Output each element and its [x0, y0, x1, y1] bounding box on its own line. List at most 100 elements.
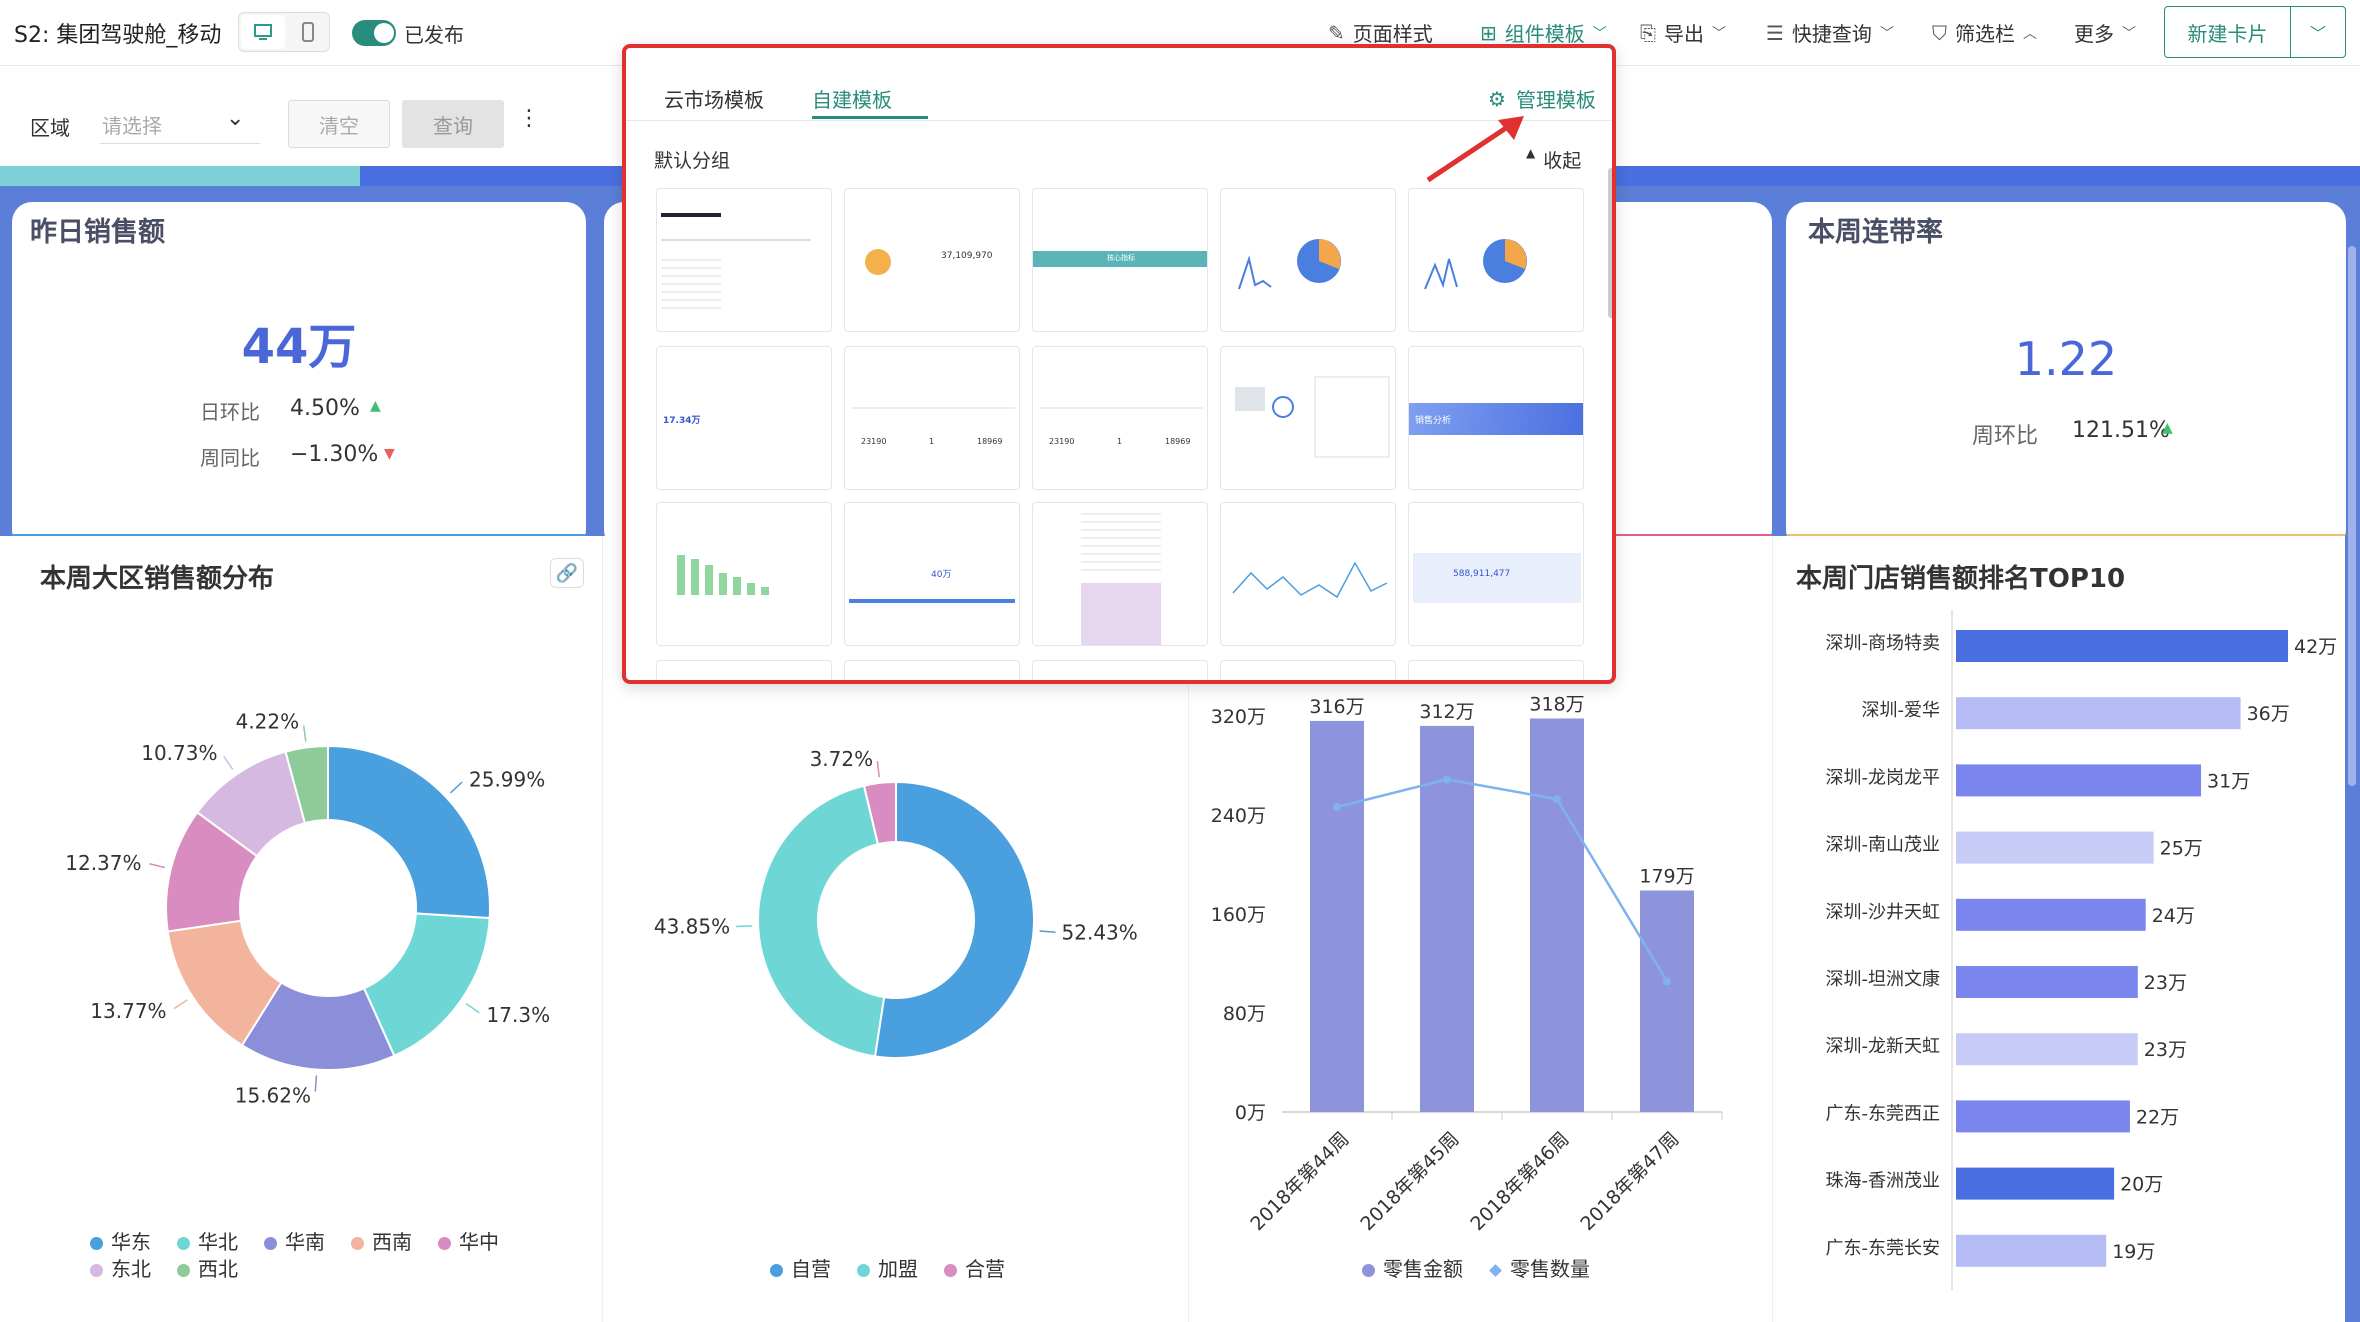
legend-item[interactable]: 零售数量 [1489, 1253, 1590, 1282]
line-point[interactable] [1333, 803, 1341, 812]
tab-cloud-market[interactable]: 云市场模板 [664, 84, 764, 113]
manage-template-button[interactable]: ⚙ 管理模板 [1488, 84, 1596, 113]
filter-bar-button[interactable]: ⛉ 筛选栏 ︿ [1932, 18, 2037, 47]
chart-legend: 华东 华北 华南 西南 华中 [90, 1226, 499, 1255]
bar[interactable] [1956, 1033, 2138, 1066]
legend-item[interactable]: 华北 [177, 1226, 238, 1255]
bar-data-label: 312万 [1419, 701, 1474, 723]
funnel-icon: ⛉ [1932, 20, 1947, 45]
collapse-button[interactable]: ▲ 收起 [1526, 146, 1581, 173]
legend-item[interactable]: 合营 [944, 1253, 1005, 1282]
query-button[interactable]: 查询 [402, 100, 504, 148]
donut2-leader-line [1039, 930, 1056, 933]
donut1-data-label: 4.22% [236, 710, 300, 734]
kpi-value: 1.22 [2014, 332, 2118, 386]
template-thumbnail[interactable] [1032, 502, 1208, 646]
legend-item[interactable]: 自营 [770, 1253, 831, 1282]
x-tick-label: 2018年第46周 [1466, 1128, 1573, 1235]
line-series[interactable] [1336, 778, 1669, 982]
more-options-icon[interactable]: ⋮ [518, 106, 540, 131]
bar-data-label: 24万 [2152, 905, 2195, 927]
mobile-icon[interactable] [287, 15, 329, 49]
kpi-metric-value: 121.51% [2072, 418, 2170, 443]
y-tick-label: 0万 [1235, 1102, 1266, 1124]
template-thumbnail[interactable] [656, 188, 832, 332]
bar[interactable] [1956, 898, 2146, 931]
template-thumbnail[interactable] [1408, 188, 1584, 332]
legend-marker [770, 1264, 783, 1277]
quick-query-button[interactable]: ☰ 快捷查询 ﹀ [1766, 18, 1894, 47]
donut2-slice[interactable] [757, 784, 886, 1058]
legend-label: 华中 [459, 1230, 499, 1254]
legend-label: 东北 [111, 1257, 151, 1281]
template-thumbnail[interactable]: 40万 [844, 502, 1020, 646]
donut2-slice[interactable] [873, 780, 1035, 1059]
template-thumbnail[interactable] [656, 660, 832, 680]
template-thumbnail[interactable]: 23190 1 18969 [1032, 346, 1208, 490]
bar[interactable] [1310, 720, 1364, 1112]
bar[interactable] [1956, 1167, 2115, 1200]
legend-item[interactable]: 零售金额 [1362, 1253, 1463, 1282]
legend-item[interactable]: 西北 [177, 1253, 238, 1282]
legend-item[interactable]: 加盟 [857, 1253, 918, 1282]
template-thumbnail[interactable]: 核心指标 [1032, 188, 1208, 332]
bar[interactable] [1530, 718, 1584, 1112]
template-thumbnail[interactable] [1220, 502, 1396, 646]
page-style-button[interactable]: ✎ 页面样式 [1328, 18, 1433, 47]
thumbnail-text: 588,911,477 [1453, 569, 1511, 579]
link-icon[interactable]: 🔗 [550, 558, 584, 588]
export-button[interactable]: ⎘ 导出 ﹀ [1640, 18, 1726, 47]
thumbnail-text: 核心指标 [1107, 254, 1135, 262]
template-thumbnail[interactable]: 588,911,477 [1408, 502, 1584, 646]
bar[interactable] [1956, 831, 2154, 864]
bar[interactable] [1956, 764, 2202, 797]
desktop-icon[interactable] [241, 15, 285, 49]
bar[interactable] [1956, 630, 2288, 662]
kpi-card-weekly-attach-rate[interactable]: 本周连带率 1.22 周环比 121.51% ▲ [1786, 202, 2346, 550]
bar[interactable] [1956, 697, 2241, 730]
line-point[interactable] [1443, 775, 1451, 784]
legend-item[interactable]: 华中 [438, 1226, 499, 1255]
bar[interactable] [1956, 1100, 2130, 1133]
bar[interactable] [1640, 890, 1694, 1112]
legend-item[interactable]: 华南 [264, 1226, 325, 1255]
component-template-button[interactable]: ⊞ 组件模板 ﹀ [1480, 18, 1607, 47]
template-thumbnail[interactable]: 17.34万 [656, 346, 832, 490]
template-thumbnail[interactable] [1032, 660, 1208, 680]
template-thumbnail[interactable] [656, 502, 832, 646]
legend-item[interactable]: 华东 [90, 1226, 151, 1255]
kpi-card-yesterday-sales[interactable]: 昨日销售额 44万 日环比 4.50% ▲ 周同比 −1.30% ▼ [12, 202, 586, 550]
kpi-metric-value: 4.50% [290, 396, 360, 421]
bar[interactable] [1956, 966, 2138, 998]
template-thumbnail[interactable]: 37,109,970 [844, 188, 1020, 332]
popup-scrollbar[interactable] [1608, 168, 1612, 318]
template-thumbnail[interactable] [1220, 346, 1396, 490]
publish-toggle[interactable] [352, 20, 396, 46]
canvas-scrollbar[interactable] [2348, 246, 2356, 786]
line-point[interactable] [1663, 977, 1671, 986]
template-thumbnail[interactable]: 23190 1 18969 [844, 346, 1020, 490]
bar[interactable] [1956, 1234, 2107, 1267]
category-label: 深圳-龙新天虹 [1826, 1036, 1941, 1057]
bar-data-label: 23万 [2144, 1039, 2187, 1061]
legend-label: 华南 [285, 1230, 325, 1254]
template-thumbnail[interactable] [844, 660, 1020, 680]
bar-data-label: 179万 [1639, 865, 1694, 887]
template-thumbnail[interactable] [1220, 660, 1396, 680]
legend-item[interactable]: 东北 [90, 1253, 151, 1282]
line-point[interactable] [1553, 795, 1561, 804]
new-card-dropdown-icon[interactable]: ﹀ [2291, 7, 2345, 57]
donut1-leader-line [449, 781, 463, 794]
tab-custom-template[interactable]: 自建模板 [812, 84, 892, 113]
legend-item[interactable]: 西南 [351, 1226, 412, 1255]
region-select[interactable]: 请选择 ⌄ [100, 100, 260, 144]
category-label: 深圳-沙井天虹 [1826, 902, 1941, 923]
x-tick-label: 2018年第47周 [1576, 1128, 1683, 1235]
template-thumbnail[interactable] [1220, 188, 1396, 332]
new-card-button[interactable]: 新建卡片 [2165, 7, 2291, 57]
donut1-slice[interactable] [327, 744, 491, 920]
clear-button[interactable]: 清空 [288, 100, 390, 148]
template-thumbnail[interactable] [1408, 660, 1584, 680]
template-thumbnail[interactable]: 销售分析 [1408, 346, 1584, 490]
more-button[interactable]: 更多 ﹀ [2074, 18, 2136, 47]
